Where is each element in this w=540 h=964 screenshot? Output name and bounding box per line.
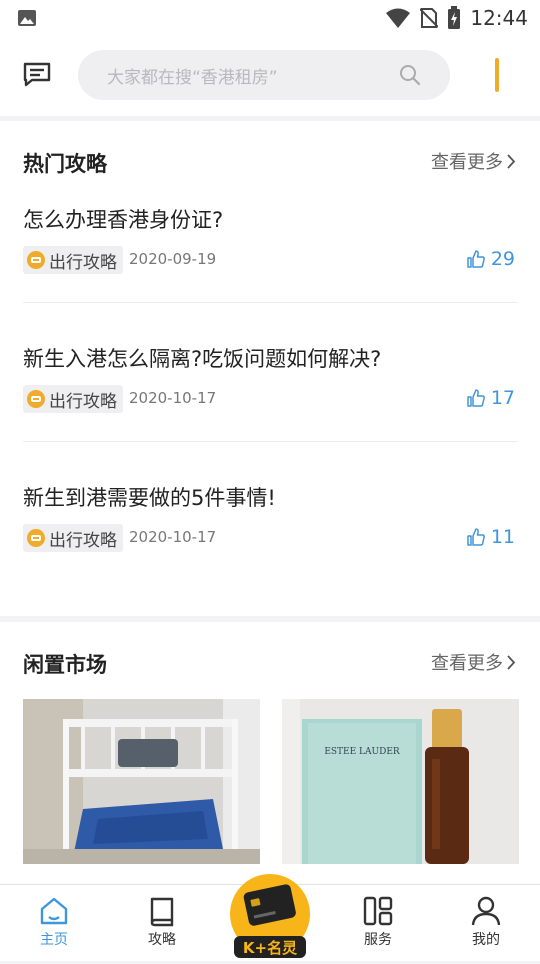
- market-section: 闲置市场 查看更多 ESTEE LAUDER: [0, 622, 540, 884]
- article-likes[interactable]: 29: [467, 248, 515, 270]
- home-icon: [40, 897, 68, 925]
- thumbs-up-icon: [467, 528, 485, 546]
- article-likes[interactable]: 11: [467, 526, 515, 548]
- estee-lauder-serum-photo: ESTEE LAUDER: [282, 699, 519, 864]
- more-label: 查看更多: [431, 653, 503, 674]
- travel-tag-icon: [27, 529, 45, 547]
- search-icon[interactable]: [399, 64, 421, 86]
- article-title: 新生入港怎么隔离?吃饭问题如何解决?: [23, 347, 382, 371]
- bunk-bed-photo: [23, 699, 260, 864]
- book-icon: [150, 897, 174, 927]
- like-count: 29: [490, 248, 515, 270]
- search-placeholder: 大家都在搜“香港租房”: [107, 68, 278, 88]
- k-card-icon: K+名灵: [230, 874, 310, 958]
- divider: [23, 441, 518, 442]
- article-tag: 出行攻略: [23, 385, 123, 413]
- tab-home[interactable]: 主页: [19, 895, 89, 955]
- chevron-right-icon: [507, 153, 516, 169]
- no-sim-icon: [420, 8, 439, 28]
- travel-tag-icon: [27, 390, 45, 408]
- article-title: 新生到港需要做的5件事情!: [23, 486, 276, 510]
- hot-guides-section: 热门攻略 查看更多 怎么办理香港身份证? 出行攻略 2020-09-19 29 …: [0, 121, 540, 616]
- market-item-image[interactable]: ESTEE LAUDER: [282, 699, 519, 864]
- article-date: 2020-09-19: [129, 250, 217, 268]
- tab-services[interactable]: 服务: [343, 895, 413, 955]
- hot-guides-title: 热门攻略: [23, 152, 107, 176]
- article-tag: 出行攻略: [23, 524, 123, 552]
- hot-guides-more-link[interactable]: 查看更多: [431, 148, 516, 174]
- thumbs-up-icon: [467, 250, 485, 268]
- article-tag-label: 出行攻略: [49, 391, 117, 412]
- more-label: 查看更多: [431, 152, 503, 173]
- tab-profile[interactable]: 我的: [451, 895, 521, 955]
- header-accent-bar: [495, 58, 499, 92]
- battery-charging-icon: [448, 6, 461, 29]
- thumbs-up-icon: [467, 389, 485, 407]
- image-notification-icon: [18, 10, 36, 26]
- article-item[interactable]: 新生入港怎么隔离?吃饭问题如何解决? 出行攻略 2020-10-17 17: [23, 343, 518, 483]
- article-item[interactable]: 新生到港需要做的5件事情! 出行攻略 2020-10-17 11: [23, 482, 518, 622]
- person-icon: [471, 896, 501, 926]
- article-tag-label: 出行攻略: [49, 530, 117, 551]
- tab-label: 攻略: [148, 932, 176, 948]
- article-date: 2020-10-17: [129, 528, 217, 546]
- tab-label: 服务: [364, 932, 392, 948]
- travel-tag-icon: [27, 251, 45, 269]
- tab-label: 主页: [40, 932, 68, 948]
- search-input[interactable]: 大家都在搜“香港租房”: [78, 50, 450, 100]
- wifi-icon: [386, 8, 411, 28]
- top-header: 大家都在搜“香港租房”: [0, 36, 540, 116]
- chevron-right-icon: [507, 654, 516, 670]
- k-card-center-button[interactable]: K+名灵: [228, 874, 312, 960]
- message-icon[interactable]: [22, 59, 52, 89]
- article-date: 2020-10-17: [129, 389, 217, 407]
- market-more-link[interactable]: 查看更多: [431, 649, 516, 675]
- status-time: 12:44: [470, 6, 528, 30]
- tab-guides[interactable]: 攻略: [127, 895, 197, 955]
- status-bar: 12:44: [0, 0, 540, 36]
- article-likes[interactable]: 17: [467, 387, 515, 409]
- market-title: 闲置市场: [23, 653, 107, 677]
- brand-label: ESTEE LAUDER: [324, 747, 400, 757]
- divider: [23, 302, 518, 303]
- k-card-label: K+名灵: [243, 939, 298, 957]
- article-tag: 出行攻略: [23, 246, 123, 274]
- article-tag-label: 出行攻略: [49, 252, 117, 273]
- tab-label: 我的: [472, 932, 500, 948]
- market-item-image[interactable]: [23, 699, 260, 864]
- article-item[interactable]: 怎么办理香港身份证? 出行攻略 2020-09-19 29: [23, 204, 518, 344]
- grid-icon: [363, 896, 393, 926]
- article-title: 怎么办理香港身份证?: [23, 208, 224, 232]
- like-count: 11: [490, 526, 515, 548]
- like-count: 17: [490, 387, 515, 409]
